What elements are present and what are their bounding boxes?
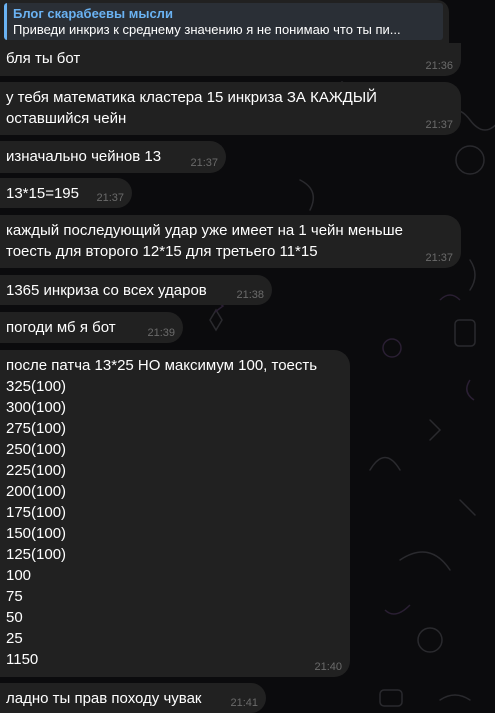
message-time: 21:37 xyxy=(190,157,218,169)
reply-quote[interactable]: Блог скарабеевы мысли Приведи инкриз к с… xyxy=(4,3,443,40)
message-time: 21:38 xyxy=(236,289,264,301)
message-text: после патча 13*25 НО максимум 100, тоест… xyxy=(6,357,318,668)
reply-header[interactable]: Блог скарабеевы мысли Приведи инкриз к с… xyxy=(0,0,449,43)
message-text: 1365 инкриза со всех ударов xyxy=(6,282,207,299)
message-time: 21:37 xyxy=(425,252,453,264)
message-text: у тебя математика кластера 15 инкриза ЗА… xyxy=(6,89,377,127)
chat-history[interactable]: Блог скарабеевы мысли Приведи инкриз к с… xyxy=(0,0,495,713)
message-bubble[interactable]: погоди мб я бот 21:39 xyxy=(0,312,183,343)
message-time: 21:41 xyxy=(230,697,258,709)
reply-channel-name: Блог скарабеевы мысли xyxy=(13,6,173,21)
message-time: 21:37 xyxy=(96,192,124,204)
message-time: 21:40 xyxy=(314,661,342,673)
message-bubble[interactable]: у тебя математика кластера 15 инкриза ЗА… xyxy=(0,82,461,135)
message-bubble[interactable]: изначально чейнов 13 21:37 xyxy=(0,141,226,173)
message-bubble[interactable]: 1365 инкриза со всех ударов 21:38 xyxy=(0,275,272,305)
message-text: бля ты бот xyxy=(6,50,81,67)
message-bubble[interactable]: после патча 13*25 НО максимум 100, тоест… xyxy=(0,350,350,677)
message-text: каждый последующий удар уже имеет на 1 ч… xyxy=(6,222,404,260)
message-bubble[interactable]: бля ты бот 21:36 xyxy=(0,43,461,76)
message-time: 21:37 xyxy=(425,119,453,131)
message-bubble[interactable]: каждый последующий удар уже имеет на 1 ч… xyxy=(0,215,461,268)
reply-accent-bar xyxy=(4,3,7,40)
message-text: ладно ты прав походу чувак xyxy=(6,690,202,707)
message-text: изначально чейнов 13 xyxy=(6,148,162,165)
message-time: 21:39 xyxy=(147,327,175,339)
message-bubble[interactable]: 13*15=195 21:37 xyxy=(0,178,132,208)
reply-quote-text: Приведи инкриз к среднему значению я не … xyxy=(13,22,401,37)
message-time: 21:36 xyxy=(425,60,453,72)
message-bubble[interactable]: ладно ты прав походу чувак 21:41 xyxy=(0,683,266,713)
